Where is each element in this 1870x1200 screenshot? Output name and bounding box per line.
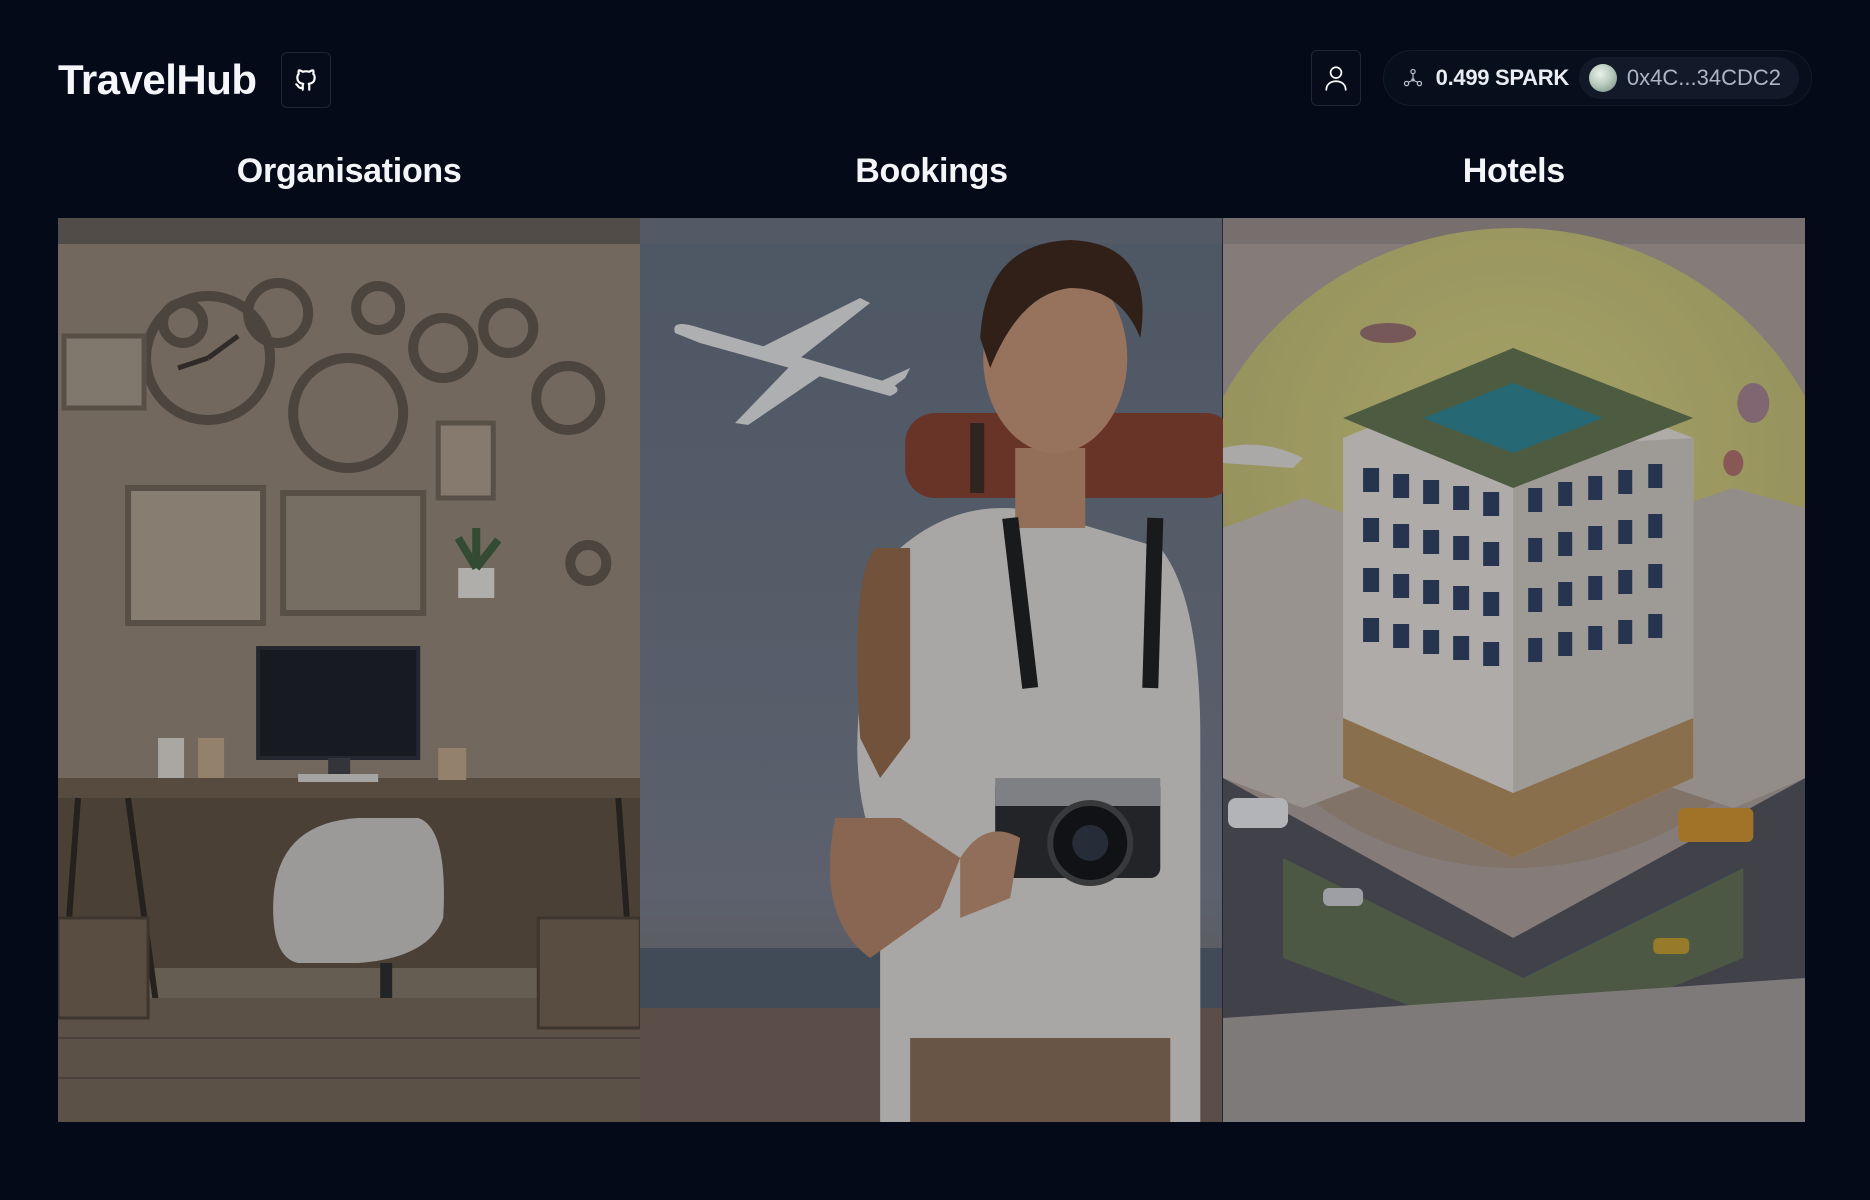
top-header: TravelHub 0.499 SPARK 0x4C...34CDC2 xyxy=(0,0,1870,140)
github-button[interactable] xyxy=(280,52,331,108)
section-title-bookings[interactable]: Bookings xyxy=(640,140,1222,218)
section-organisations[interactable]: Organisations xyxy=(58,140,641,1122)
network-icon xyxy=(1400,65,1426,91)
wallet-balance: 0.499 SPARK xyxy=(1435,65,1570,90)
github-icon xyxy=(294,69,316,91)
section-bookings[interactable]: Bookings xyxy=(640,140,1223,1122)
traveler-with-camera-illustration[interactable] xyxy=(640,218,1223,1122)
section-title-organisations[interactable]: Organisations xyxy=(58,140,640,218)
account-button[interactable] xyxy=(1310,50,1361,106)
sections-grid: Organisations Bookings Hotels xyxy=(58,140,1805,1122)
app-title[interactable]: TravelHub xyxy=(58,56,257,104)
section-title-hotels[interactable]: Hotels xyxy=(1223,140,1805,218)
wallet-avatar xyxy=(1588,64,1617,92)
isometric-hotel-illustration[interactable] xyxy=(1222,218,1805,1122)
address-chip[interactable]: 0x4C...34CDC2 xyxy=(1578,57,1799,99)
office-desk-illustration[interactable] xyxy=(58,218,641,1122)
user-icon xyxy=(1325,66,1347,91)
wallet-address: 0x4C...34CDC2 xyxy=(1626,65,1781,90)
header-tools: 0.499 SPARK 0x4C...34CDC2 xyxy=(1310,50,1812,106)
wallet-button[interactable]: 0.499 SPARK 0x4C...34CDC2 xyxy=(1382,50,1812,106)
section-hotels[interactable]: Hotels xyxy=(1222,140,1805,1122)
brand: TravelHub xyxy=(58,52,331,108)
